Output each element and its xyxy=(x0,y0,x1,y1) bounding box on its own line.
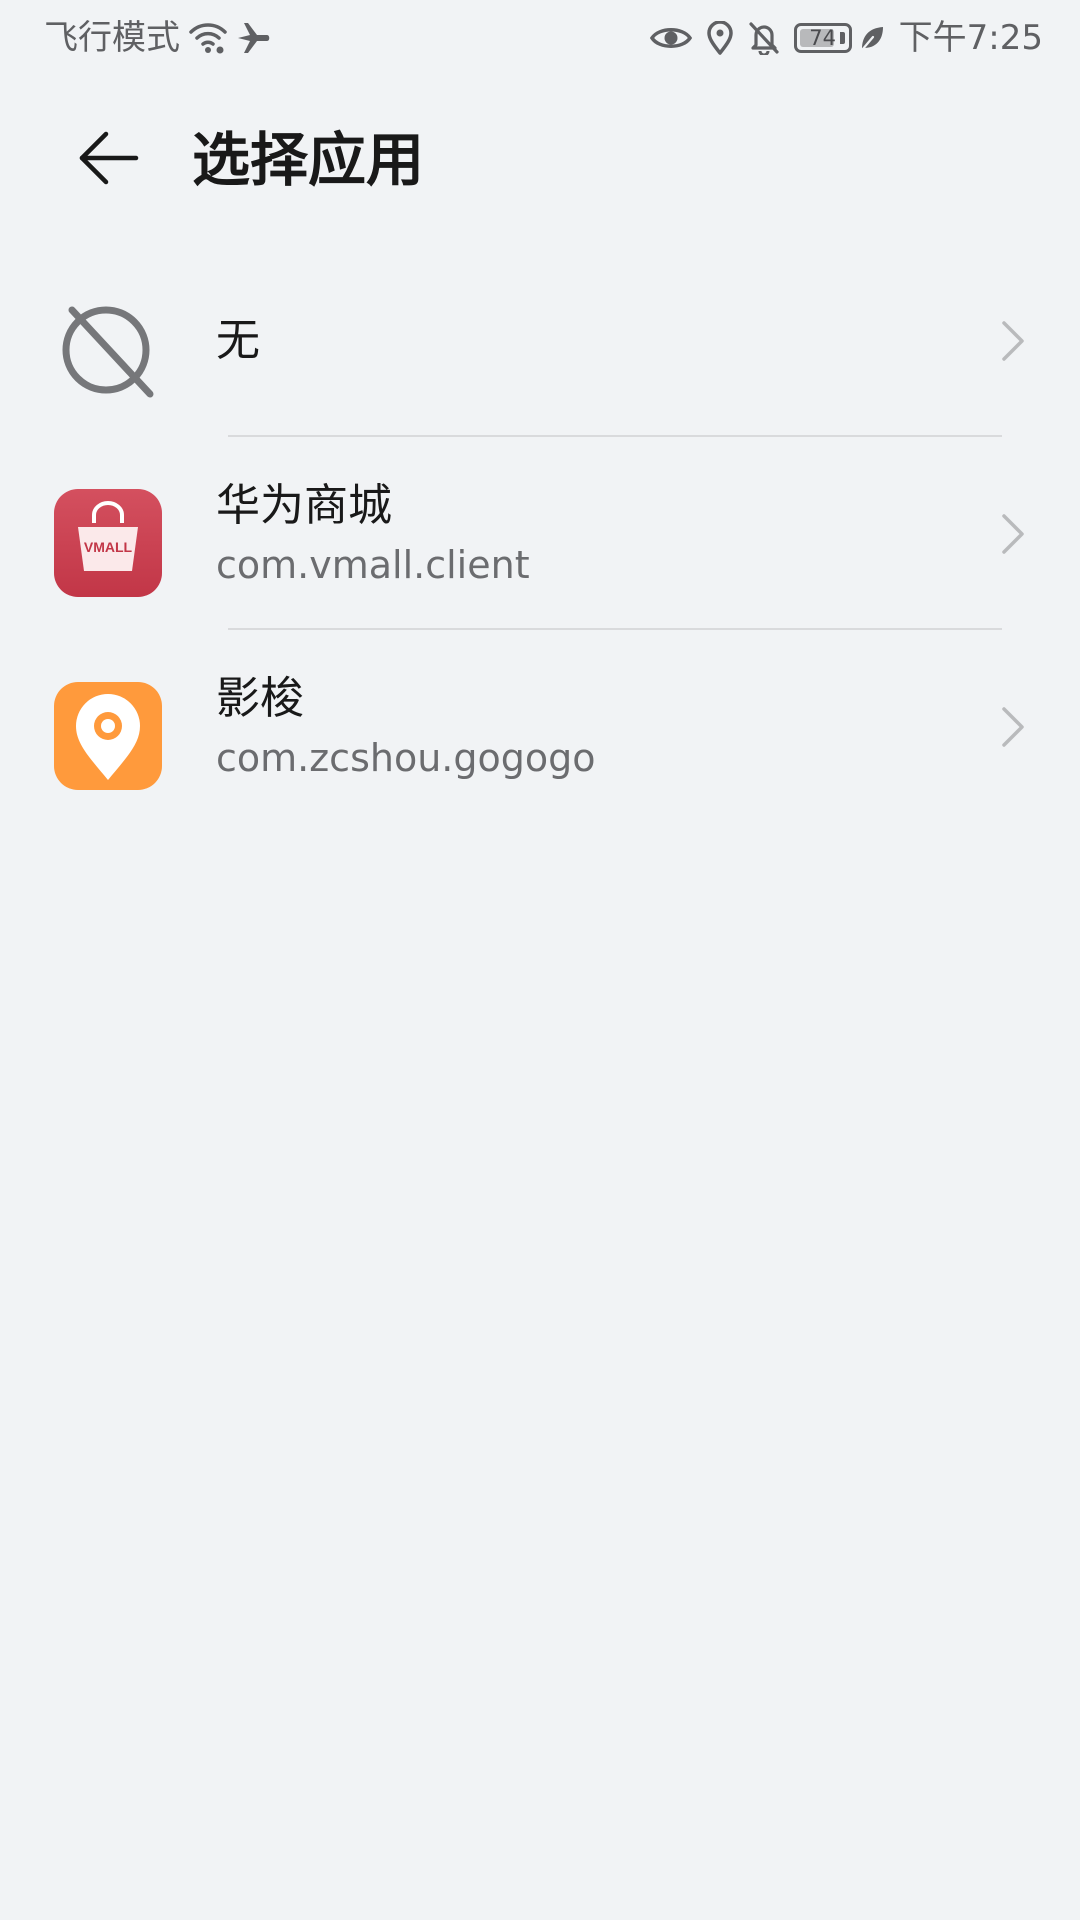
airplane-icon xyxy=(236,20,272,56)
item-title: 华为商城 xyxy=(216,479,392,531)
bell-off-icon xyxy=(748,21,780,55)
item-texts: 无 xyxy=(216,244,950,437)
none-icon xyxy=(54,296,162,404)
page-title: 选择应用 xyxy=(192,126,425,194)
status-right: 74 下午7:25 xyxy=(649,12,1043,64)
chevron-right-icon xyxy=(1002,513,1024,554)
eye-icon xyxy=(649,23,692,53)
item-texts: 华为商城 com.vmall.client xyxy=(216,437,950,630)
list-item-none[interactable]: 无 xyxy=(0,244,1080,437)
chevron-right-icon xyxy=(1002,320,1024,361)
leaf-icon xyxy=(859,24,885,52)
item-title: 影梭 xyxy=(216,672,304,724)
status-left: 飞行模式 xyxy=(44,12,272,64)
app-list: 无 VMALL 华为商城 com.vmall.client 影梭 com.zcs… xyxy=(0,244,1080,823)
item-texts: 影梭 com.zcshou.gogogo xyxy=(216,630,950,823)
item-package-name: com.vmall.client xyxy=(216,542,530,587)
location-icon xyxy=(706,21,734,55)
chevron-right-icon xyxy=(1002,706,1024,747)
status-bar: 飞行模式 74 下午7:25 xyxy=(0,0,1080,76)
battery-icon: 74 xyxy=(793,23,852,53)
app-header: 选择应用 xyxy=(0,100,1080,220)
list-item-vmall[interactable]: VMALL 华为商城 com.vmall.client xyxy=(0,437,1080,630)
back-arrow-icon xyxy=(76,128,140,192)
back-button[interactable] xyxy=(60,120,156,200)
item-title: 无 xyxy=(216,314,260,366)
battery-level: 74 xyxy=(809,26,836,50)
location-pin-app-icon xyxy=(54,682,162,790)
vmall-logo-text: VMALL xyxy=(84,539,133,555)
vmall-app-icon: VMALL xyxy=(54,489,162,597)
status-time: 下午7:25 xyxy=(898,18,1043,58)
item-package-name: com.zcshou.gogogo xyxy=(216,735,596,780)
airplane-mode-text: 飞行模式 xyxy=(44,18,180,58)
list-item-yingsuo[interactable]: 影梭 com.zcshou.gogogo xyxy=(0,630,1080,823)
wifi-icon xyxy=(188,20,228,56)
